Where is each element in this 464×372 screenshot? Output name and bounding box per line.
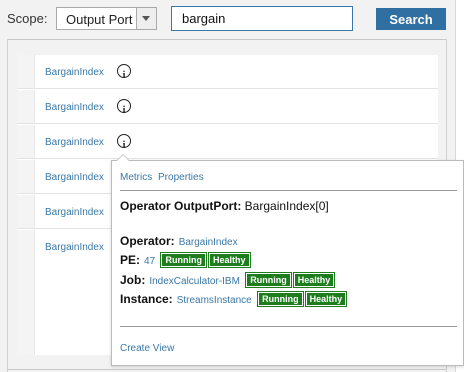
result-row[interactable]: BargainIndex i xyxy=(17,125,438,159)
search-input[interactable] xyxy=(171,6,353,31)
row-gutter xyxy=(17,90,35,123)
result-row[interactable]: BargainIndex i xyxy=(17,55,438,89)
dropdown-arrow[interactable] xyxy=(136,8,156,29)
operator-label: Operator: xyxy=(120,234,175,248)
chevron-down-icon xyxy=(142,16,150,21)
operator-info-popup: Metrics Properties Operator OutputPort: … xyxy=(111,154,464,366)
info-icon[interactable]: i xyxy=(117,64,131,81)
result-link[interactable]: BargainIndex xyxy=(45,137,104,148)
info-icon[interactable]: i xyxy=(117,134,131,151)
job-label: Job: xyxy=(120,273,146,287)
row-gutter xyxy=(17,230,35,355)
job-link[interactable]: IndexCalculator-IBM xyxy=(149,276,240,287)
result-link[interactable]: BargainIndex xyxy=(45,207,104,218)
popup-divider-bottom xyxy=(120,326,457,327)
status-badge-healthy: Healthy xyxy=(207,252,251,268)
result-link[interactable]: BargainIndex xyxy=(45,102,104,113)
popup-tabs: Metrics Properties xyxy=(120,172,207,183)
pe-detail: PE: 47 Running Healthy xyxy=(120,252,251,268)
bottom-divider xyxy=(7,369,446,370)
status-badge-healthy: Healthy xyxy=(304,291,348,307)
search-toolbar: Scope: Output Port Search xyxy=(0,0,464,40)
scope-selected-value: Output Port xyxy=(66,12,133,27)
job-detail: Job: IndexCalculator-IBM Running Healthy xyxy=(120,272,336,288)
panel-border-left xyxy=(7,39,8,372)
result-row[interactable]: BargainIndex i xyxy=(17,90,438,124)
instance-label: Instance: xyxy=(120,292,173,306)
status-badge-running: Running xyxy=(245,272,292,288)
tab-metrics[interactable]: Metrics xyxy=(120,172,152,183)
result-link[interactable]: BargainIndex xyxy=(45,172,104,183)
status-badge-healthy: Healthy xyxy=(292,272,336,288)
divider xyxy=(7,39,446,40)
operator-link[interactable]: BargainIndex xyxy=(179,237,238,248)
status-badge-running: Running xyxy=(160,252,207,268)
row-gutter xyxy=(17,125,35,158)
popup-title: Operator OutputPort: BargainIndex[0] xyxy=(120,199,329,213)
popup-caret-inner xyxy=(117,155,129,161)
result-link[interactable]: BargainIndex xyxy=(45,67,104,78)
search-button[interactable]: Search xyxy=(376,8,446,30)
scope-label: Scope: xyxy=(7,11,48,26)
instance-link[interactable]: StreamsInstance xyxy=(177,295,252,306)
result-link[interactable]: BargainIndex xyxy=(45,242,104,253)
tab-properties[interactable]: Properties xyxy=(158,172,204,183)
popup-divider xyxy=(120,190,457,191)
operator-detail: Operator: BargainIndex xyxy=(120,234,238,248)
pe-label: PE: xyxy=(120,253,141,267)
title-value: BargainIndex[0] xyxy=(244,199,329,213)
status-badge-running: Running xyxy=(257,291,304,307)
info-icon[interactable]: i xyxy=(117,99,131,116)
pe-link[interactable]: 47 xyxy=(144,256,155,267)
row-gutter xyxy=(17,195,35,228)
scope-select[interactable]: Output Port xyxy=(56,7,157,30)
row-gutter xyxy=(17,55,35,88)
title-label: Operator OutputPort: xyxy=(120,199,242,213)
row-gutter xyxy=(17,160,35,193)
instance-detail: Instance: StreamsInstance Running Healthy xyxy=(120,291,348,307)
create-view-link[interactable]: Create View xyxy=(120,343,174,354)
